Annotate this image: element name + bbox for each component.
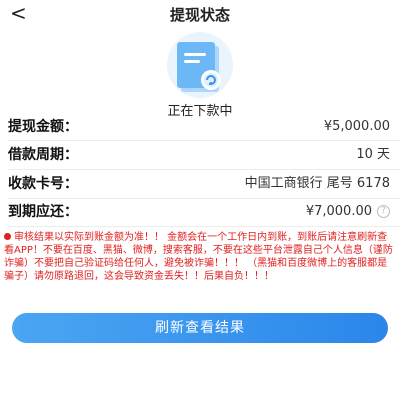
- card-label: 收款卡号：: [8, 176, 78, 192]
- help-icon[interactable]: ?: [377, 205, 390, 218]
- detail-row-amount: 提现金额： ¥5,000.00: [0, 117, 400, 141]
- detail-row-period: 借款周期： 10 天: [0, 145, 400, 169]
- warning-notice-text: 审核结果以实际到账金额为准！！ 金额会在一个工作日内到账，到账后请注意刷新查看A…: [4, 232, 393, 282]
- detail-row-card: 收款卡号： 中国工商银行 尾号 6178: [0, 174, 400, 198]
- nav-bar: < 提现状态: [0, 0, 400, 30]
- refresh-result-button[interactable]: 刷新查看结果: [12, 313, 388, 343]
- amount-label: 提现金额：: [8, 119, 78, 135]
- due-label: 到期应还：: [8, 204, 78, 220]
- divider: [8, 226, 400, 227]
- period-label: 借款周期：: [8, 147, 78, 163]
- detail-row-due: 到期应还： ¥7,000.00 ?: [0, 202, 400, 226]
- document-refresh-icon: [167, 32, 233, 98]
- card-value: 中国工商银行 尾号 6178: [244, 176, 390, 191]
- page-title: 提现状态: [169, 6, 230, 24]
- warning-notice: 审核结果以实际到账金额为准！！ 金额会在一个工作日内到账，到账后请注意刷新查看A…: [4, 231, 394, 283]
- divider: [8, 169, 400, 170]
- divider: [8, 140, 400, 141]
- amount-value: ¥5,000.00: [323, 119, 390, 134]
- divider: [8, 198, 400, 199]
- period-value: 10 天: [356, 147, 390, 162]
- due-value: ¥7,000.00: [305, 204, 372, 219]
- warning-dot-icon: [4, 233, 11, 240]
